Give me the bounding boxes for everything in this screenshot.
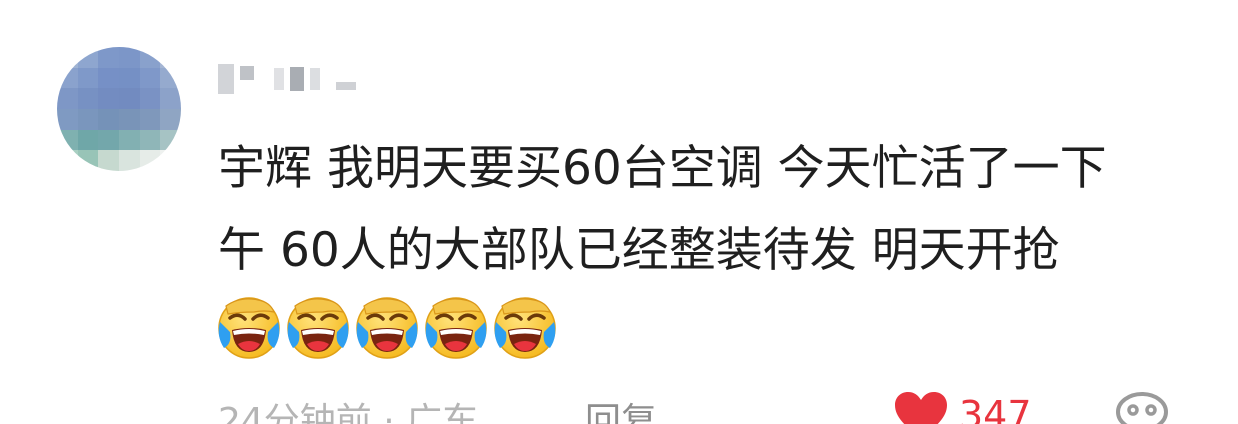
comment-card: 宇辉 我明天要买60台空调 今天忙活了一下 午 60人的大部队已经整装待发 明天… [0, 0, 1238, 424]
laugh-cry-icon [494, 297, 556, 359]
like-count: 347 [959, 393, 1032, 424]
comment-more-button[interactable] [1112, 388, 1172, 424]
comment-time-location: 24分钟前 · 广东 [218, 401, 479, 424]
reply-button[interactable]: 回复 [585, 392, 657, 424]
comment-body: 宇辉 我明天要买60台空调 今天忙活了一下 午 60人的大部队已经整装待发 明天… [218, 128, 1218, 292]
heart-icon [895, 392, 947, 424]
like-button[interactable]: 347 [893, 390, 1032, 424]
laugh-cry-icon [356, 297, 418, 359]
username-obscured[interactable] [218, 62, 356, 96]
laugh-cry-icon [425, 297, 487, 359]
speech-bubble-icon [1116, 392, 1168, 424]
laugh-cry-icon [218, 297, 280, 359]
emoji-row [214, 292, 559, 362]
comment-text-line: 宇辉 我明天要买60台空调 今天忙活了一下 [218, 141, 1107, 196]
comment-text-line: 午 60人的大部队已经整装待发 明天开抢 [218, 223, 1060, 278]
avatar[interactable] [57, 47, 181, 171]
laugh-cry-icon [287, 297, 349, 359]
